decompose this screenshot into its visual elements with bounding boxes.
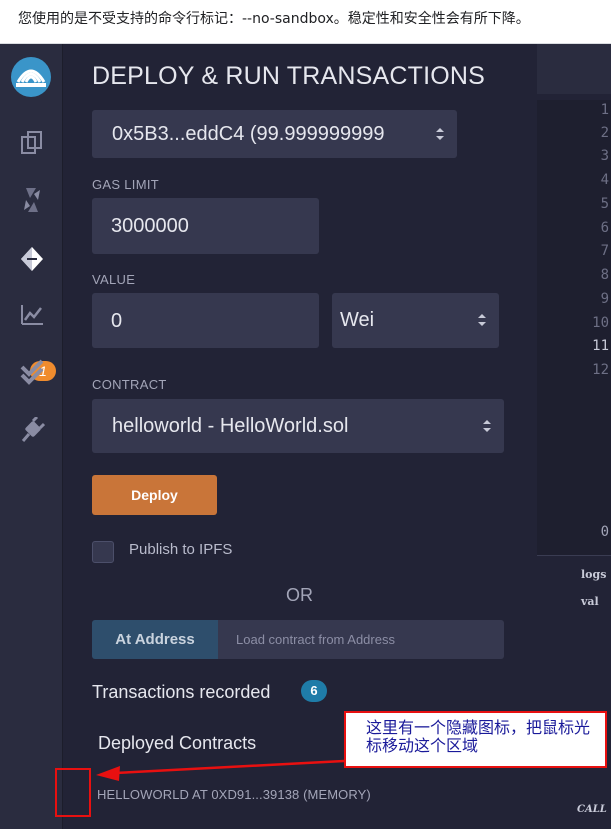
line-number: 3 bbox=[600, 148, 609, 164]
account-select[interactable]: 0x5B3...eddC4 (99.999999999 bbox=[92, 110, 457, 158]
panel-title: DEPLOY & RUN TRANSACTIONS bbox=[92, 62, 486, 90]
compiler-icon[interactable] bbox=[16, 184, 48, 216]
remix-logo-icon[interactable] bbox=[10, 56, 52, 98]
deploy-button[interactable]: Deploy bbox=[92, 475, 217, 515]
publish-ipfs-label: Publish to IPFS bbox=[129, 541, 233, 558]
file-explorer-icon[interactable] bbox=[16, 127, 48, 159]
contract-label: CONTRACT bbox=[92, 377, 167, 392]
value-input[interactable]: 0 bbox=[92, 293, 319, 348]
annotation-text: 这里有一个隐藏图标，把鼠标光标移动这个区域 bbox=[366, 718, 591, 755]
line-number: 10 bbox=[592, 315, 609, 331]
line-number: 2 bbox=[600, 125, 609, 141]
plugin-manager-icon[interactable] bbox=[16, 414, 48, 446]
terminal-count: 0 bbox=[600, 524, 609, 540]
line-number: 1 bbox=[600, 102, 609, 118]
line-number: 7 bbox=[600, 243, 609, 259]
contract-select-value: helloworld - HelloWorld.sol bbox=[112, 415, 349, 437]
gas-limit-label: GAS LIMIT bbox=[92, 177, 159, 192]
line-number: 12 bbox=[592, 362, 609, 378]
annotation-target-box bbox=[55, 768, 91, 817]
terminal-line: logs bbox=[581, 568, 607, 581]
terminal-call-label: CALL bbox=[577, 804, 607, 815]
browser-warning-bar: 您使用的是不受支持的命令行标记：--no-sandbox。稳定性和安全性会有所下… bbox=[0, 0, 611, 44]
line-number: 8 bbox=[600, 267, 609, 283]
line-number: 9 bbox=[600, 291, 609, 307]
annotation-note: 这里有一个隐藏图标，把鼠标光标移动这个区域 bbox=[344, 711, 607, 768]
line-number: 5 bbox=[600, 196, 609, 212]
line-number: 6 bbox=[600, 220, 609, 236]
icon-rail: 1 bbox=[0, 44, 63, 829]
gas-limit-input[interactable]: 3000000 bbox=[92, 198, 319, 254]
deployed-instance-label[interactable]: HELLOWORLD AT 0XD91...39138 (MEMORY) bbox=[97, 787, 371, 802]
editor-tabs bbox=[537, 44, 611, 94]
transactions-recorded-label[interactable]: Transactions recorded bbox=[92, 682, 270, 703]
line-number: 4 bbox=[600, 172, 609, 188]
terminal-divider bbox=[537, 555, 611, 556]
contract-select[interactable]: helloworld - HelloWorld.sol bbox=[92, 399, 504, 453]
select-updown-icon bbox=[478, 314, 486, 326]
at-address-input[interactable]: Load contract from Address bbox=[218, 620, 504, 659]
publish-ipfs-checkbox[interactable] bbox=[92, 541, 114, 563]
value-unit-select[interactable]: Wei bbox=[332, 293, 499, 348]
transactions-recorded-count: 6 bbox=[301, 680, 327, 702]
or-divider: OR bbox=[286, 585, 313, 605]
select-updown-icon bbox=[436, 128, 444, 140]
browser-warning-text: 您使用的是不受支持的命令行标记：--no-sandbox。稳定性和安全性会有所下… bbox=[18, 11, 530, 27]
line-number-active: 11 bbox=[592, 338, 609, 354]
editor-gutter: 1 2 3 4 5 6 7 8 9 10 11 12 bbox=[537, 100, 611, 555]
analysis-icon[interactable] bbox=[16, 299, 48, 331]
value-unit-value: Wei bbox=[340, 309, 375, 331]
at-address-button[interactable]: At Address bbox=[92, 620, 218, 659]
deployed-contracts-title: Deployed Contracts bbox=[98, 733, 257, 753]
deploy-run-icon[interactable] bbox=[16, 243, 48, 275]
testing-icon[interactable] bbox=[16, 356, 48, 388]
terminal-line: val bbox=[581, 595, 599, 608]
account-select-value: 0x5B3...eddC4 (99.999999999 bbox=[112, 123, 385, 145]
value-label: VALUE bbox=[92, 272, 136, 287]
select-updown-icon bbox=[483, 420, 491, 432]
